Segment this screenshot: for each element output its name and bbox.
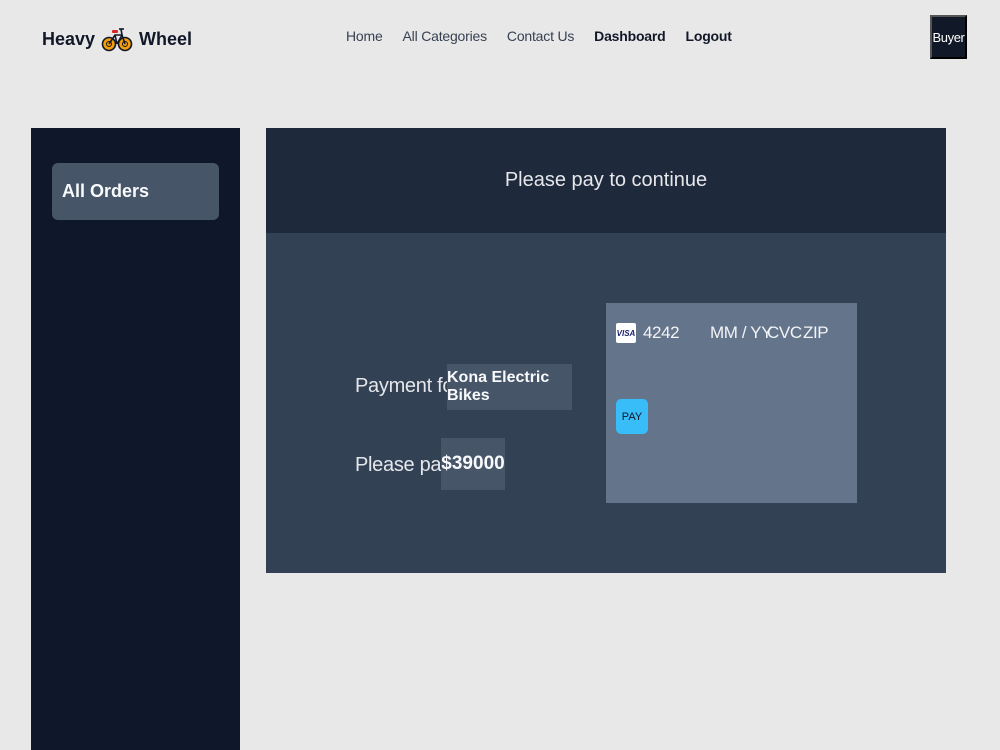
card-payment-form: VISA 4242 MM / YY CVC ZIP PAY [606, 303, 857, 503]
payment-for-label: Payment for [355, 375, 460, 397]
dashboard-sidebar: All Orders [31, 128, 240, 750]
product-name: Kona Electric Bikes [447, 364, 572, 410]
card-expiry-input[interactable]: MM / YY [710, 323, 772, 343]
brand-logo[interactable]: Heavy Wheel [42, 22, 192, 56]
nav-all-categories[interactable]: All Categories [403, 28, 488, 44]
card-cvc-input[interactable]: CVC [767, 323, 802, 343]
payment-body: Payment for Kona Electric Bikes Please p… [266, 233, 946, 573]
card-number-input[interactable]: 4242 [643, 323, 680, 343]
amount-value: $39000 [441, 438, 505, 490]
visa-icon: VISA [616, 323, 636, 343]
brand-word-1: Heavy [42, 28, 96, 49]
payment-title: Please pay to continue [266, 128, 946, 233]
card-zip-input[interactable]: ZIP [803, 323, 829, 343]
pay-button[interactable]: PAY [616, 399, 648, 434]
please-pay-label: Please pay [355, 454, 451, 476]
nav-home[interactable]: Home [346, 28, 383, 44]
nav-logout[interactable]: Logout [685, 28, 731, 44]
nav-contact-us[interactable]: Contact Us [507, 28, 574, 44]
main-nav: Home All Categories Contact Us Dashboard… [346, 28, 732, 44]
bicycle-icon [101, 28, 133, 52]
buyer-role-button[interactable]: Buyer [930, 15, 967, 59]
navbar: Heavy Wheel Home All Categories Contact … [0, 0, 1000, 78]
brand-word-2: Wheel [139, 28, 193, 49]
sidebar-item-all-orders[interactable]: All Orders [52, 163, 219, 220]
nav-dashboard[interactable]: Dashboard [594, 28, 666, 44]
